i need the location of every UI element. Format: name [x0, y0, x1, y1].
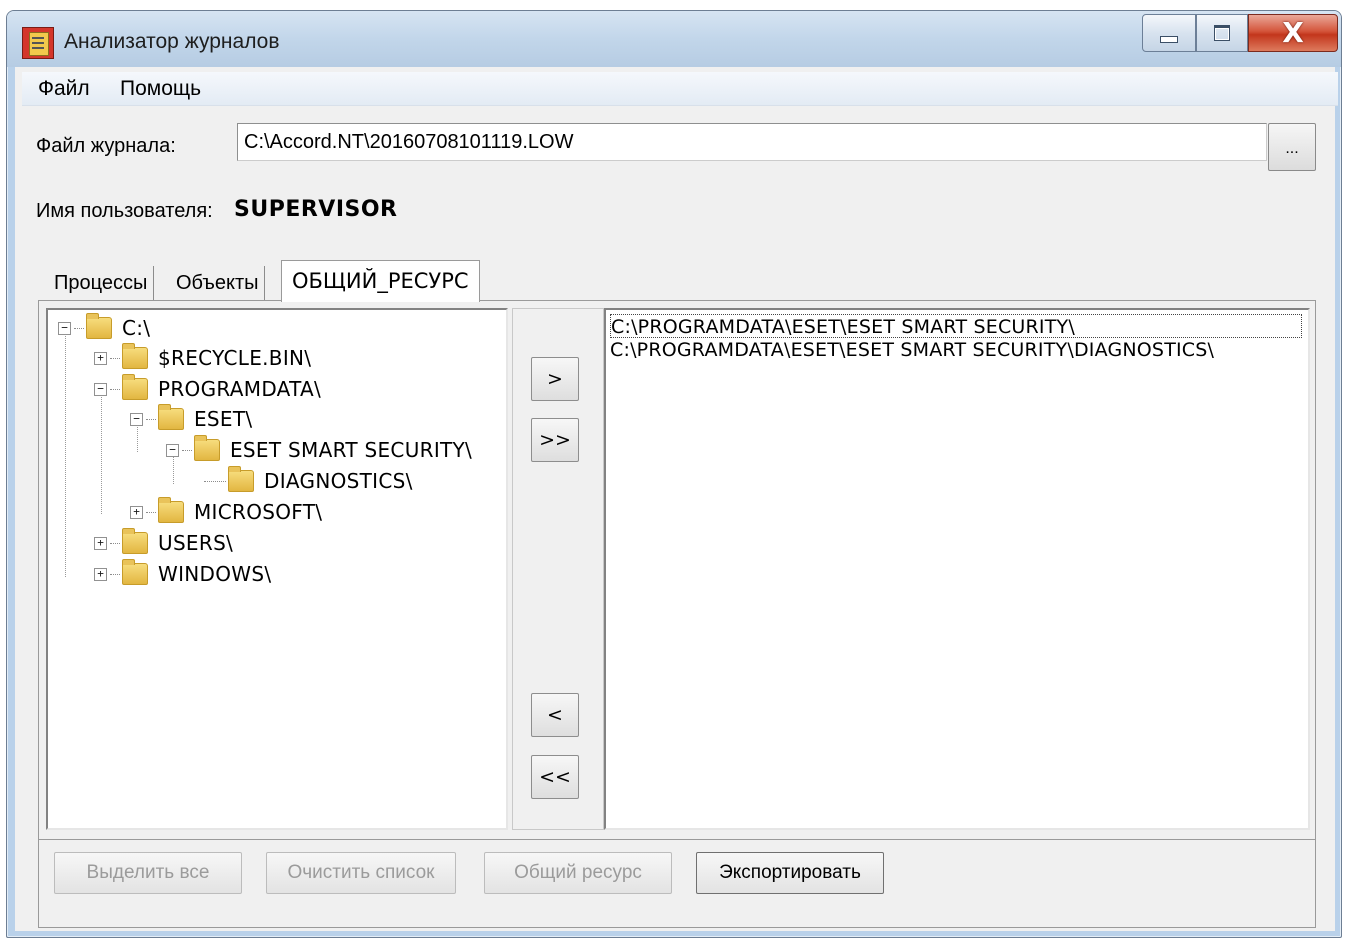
menu-bar	[22, 72, 1338, 106]
close-icon: X	[1282, 16, 1304, 49]
tree-node[interactable]: − PROGRAMDATA\	[94, 374, 321, 404]
tree-connector	[146, 418, 156, 420]
folder-icon	[158, 404, 184, 430]
expand-icon[interactable]: +	[94, 567, 107, 581]
tab-shared-resource[interactable]: ОБЩИЙ_РЕСУРС	[281, 260, 480, 302]
add-button[interactable]: >	[531, 357, 579, 401]
tree-node[interactable]: + $RECYCLE.BIN\	[94, 343, 311, 373]
add-all-button[interactable]: >>	[531, 418, 579, 462]
tree-guide-line	[101, 392, 102, 514]
tree-node[interactable]: − ESET SMART SECURITY\	[166, 435, 472, 465]
folder-icon	[122, 528, 148, 554]
tree-node-label: $RECYCLE.BIN\	[158, 346, 312, 370]
collapse-icon[interactable]: −	[58, 321, 71, 335]
export-button[interactable]: Экспортировать	[696, 852, 884, 894]
tree-connector	[110, 573, 120, 575]
folder-icon	[122, 559, 148, 585]
tree-connector	[110, 542, 120, 544]
tree-node-label: WINDOWS\	[158, 562, 272, 586]
tree-node-label: USERS\	[158, 531, 234, 555]
app-icon	[22, 27, 54, 59]
tree-node-label: ESET\	[194, 407, 253, 431]
browse-button[interactable]: ...	[1268, 123, 1316, 171]
tree-node-label: ESET SMART SECURITY\	[230, 438, 473, 462]
close-button[interactable]: X	[1248, 14, 1338, 52]
folder-icon	[228, 466, 254, 492]
window-title: Анализатор журналов	[64, 30, 280, 53]
select-all-button[interactable]: Выделить все	[54, 852, 242, 894]
tree-node[interactable]: − C:\	[58, 313, 150, 343]
tree-node[interactable]: DIAGNOSTICS\	[202, 466, 413, 496]
tree-guide-line	[65, 332, 66, 577]
log-file-label: Файл журнала:	[36, 135, 176, 157]
tree-node[interactable]: + MICROSOFT\	[130, 497, 322, 527]
list-item[interactable]: C:\PROGRAMDATA\ESET\ESET SMART SECURITY\…	[610, 338, 1214, 362]
folder-icon	[86, 313, 112, 339]
expand-icon[interactable]: +	[130, 505, 143, 519]
list-item[interactable]: C:\PROGRAMDATA\ESET\ESET SMART SECURITY\	[610, 314, 1302, 338]
tab-objects[interactable]: Объекты	[170, 266, 266, 300]
menu-file[interactable]: Файл	[34, 76, 94, 102]
minimize-button[interactable]	[1142, 14, 1196, 52]
minimize-icon	[1160, 35, 1178, 43]
tree-connector	[182, 449, 192, 451]
tree-connector	[204, 480, 226, 482]
tree-node-label: C:\	[122, 316, 151, 340]
remove-all-button[interactable]: <<	[531, 755, 579, 799]
maximize-icon	[1214, 25, 1230, 41]
menu-help[interactable]: Помощь	[116, 76, 205, 102]
collapse-icon[interactable]: −	[130, 412, 143, 426]
tree-connector	[110, 357, 120, 359]
tree-connector	[74, 327, 84, 329]
username-value: SUPERVISOR	[234, 197, 398, 222]
folder-icon	[122, 374, 148, 400]
tab-processes[interactable]: Процессы	[48, 266, 155, 300]
maximize-button[interactable]	[1196, 14, 1248, 52]
tree-connector	[146, 511, 156, 513]
expand-icon[interactable]: +	[94, 351, 107, 365]
username-label: Имя пользователя:	[36, 200, 213, 222]
tree-connector	[110, 388, 120, 390]
tree-node[interactable]: − ESET\	[130, 404, 252, 434]
folder-icon	[158, 497, 184, 523]
tree-node-label: PROGRAMDATA\	[158, 377, 322, 401]
collapse-icon[interactable]: −	[94, 382, 107, 396]
remove-button[interactable]: <	[531, 693, 579, 737]
tree-node-label: DIAGNOSTICS\	[264, 469, 413, 493]
shared-resource-button[interactable]: Общий ресурс	[484, 852, 672, 894]
folder-icon	[122, 343, 148, 369]
folder-tree[interactable]: − C:\ + $RECYCLE.BIN\ − PROGRAMDATA\ − E…	[46, 308, 508, 830]
log-file-input[interactable]: C:\Accord.NT\20160708101119.LOW	[237, 123, 1267, 161]
collapse-icon[interactable]: −	[166, 443, 179, 457]
tree-node[interactable]: + USERS\	[94, 528, 233, 558]
tree-node[interactable]: + WINDOWS\	[94, 559, 271, 589]
selected-resources-list[interactable]: C:\PROGRAMDATA\ESET\ESET SMART SECURITY\…	[604, 308, 1310, 830]
tree-node-label: MICROSOFT\	[194, 500, 323, 524]
clear-list-button[interactable]: Очистить список	[266, 852, 456, 894]
folder-icon	[194, 435, 220, 461]
expand-icon[interactable]: +	[94, 536, 107, 550]
